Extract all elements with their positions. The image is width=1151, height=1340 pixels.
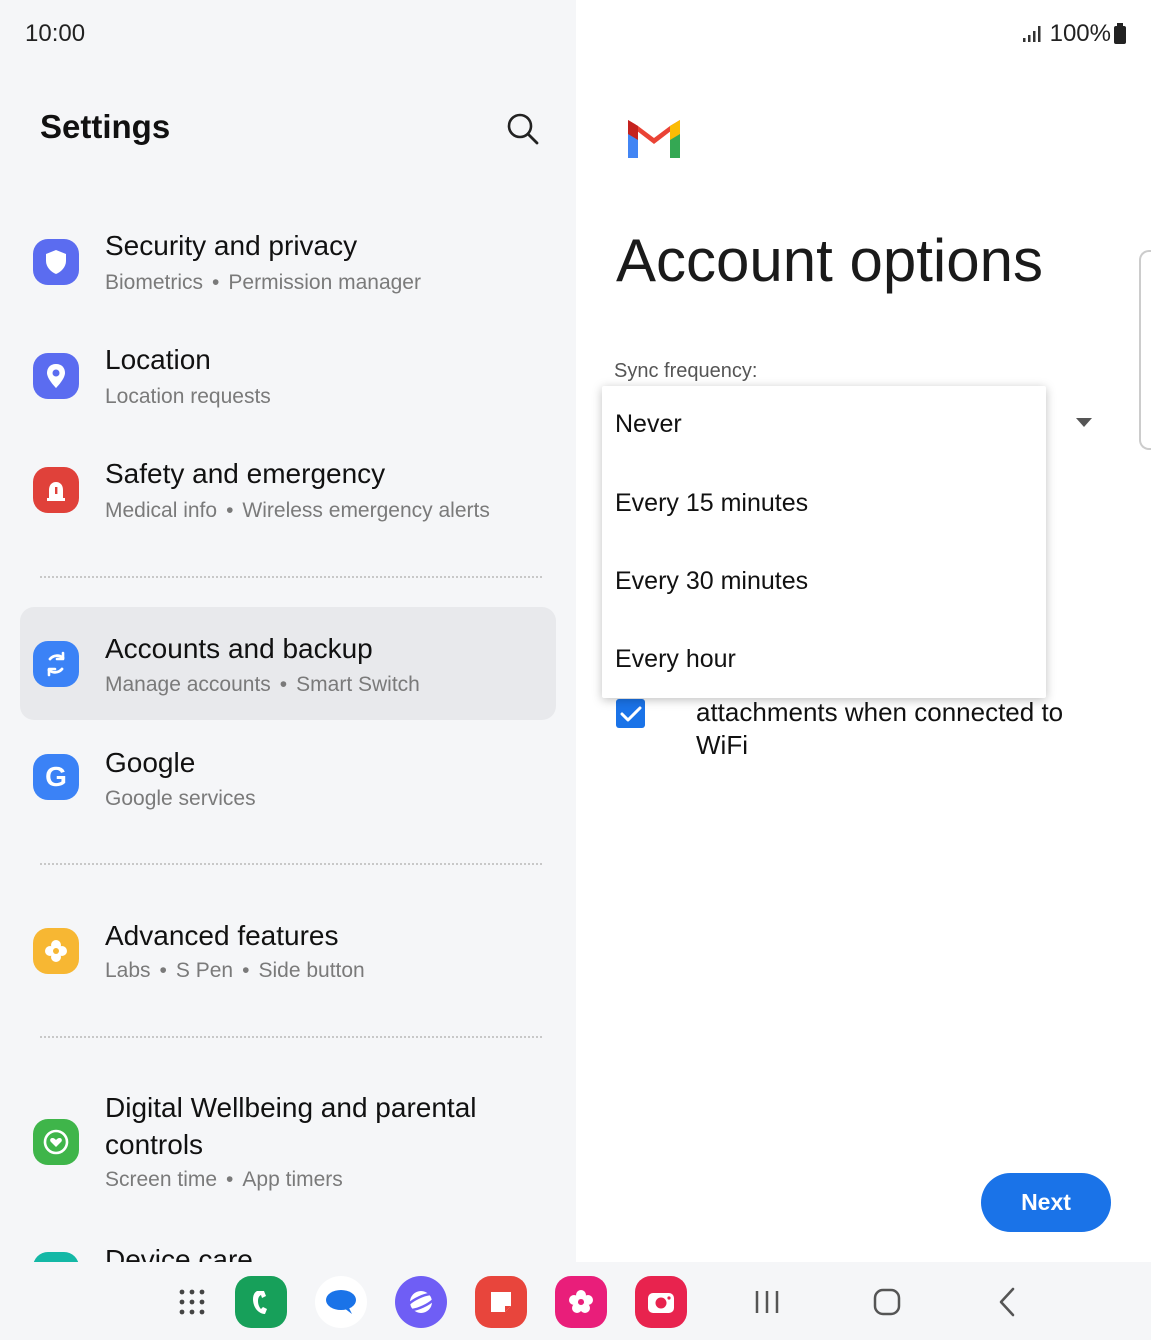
phone-app-icon[interactable]: [235, 1276, 287, 1328]
apps-grid-icon: [179, 1289, 205, 1315]
settings-item-device-care[interactable]: Device care: [20, 1228, 556, 1262]
item-title: Safety and emergency: [105, 458, 386, 489]
search-button[interactable]: [504, 110, 542, 148]
item-title: Security and privacy: [105, 230, 358, 261]
next-button[interactable]: Next: [981, 1173, 1111, 1232]
item-title: Digital Wellbeing and parental: [105, 1092, 477, 1123]
item-subtitle: Manage accounts • Smart Switch: [105, 673, 420, 696]
search-icon: [507, 113, 539, 145]
item-subtitle: Biometrics • Permission manager: [105, 271, 421, 294]
sync-icon: [33, 641, 79, 687]
status-time: 10:00: [25, 20, 86, 47]
item-title: Google: [105, 747, 196, 778]
notes-app-icon[interactable]: [475, 1276, 527, 1328]
item-subtitle: Screen time • App timers: [105, 1168, 343, 1191]
page-title: Account options: [616, 227, 1043, 294]
settings-item-google[interactable]: G Google Google services: [20, 735, 556, 825]
back-icon: [999, 1287, 1015, 1317]
home-button[interactable]: [865, 1282, 909, 1322]
settings-item-safety[interactable]: Safety and emergency Medical info • Wirele…: [20, 448, 556, 538]
checkbox-label: attachments when connected to WiFi: [696, 697, 1064, 760]
page-title: Settings: [40, 108, 171, 145]
messages-app-icon[interactable]: [315, 1276, 367, 1328]
divider: [40, 576, 542, 578]
sync-frequency-label: Sync frequency:: [614, 360, 758, 382]
signal-icon: [1022, 26, 1041, 42]
item-title: Advanced features: [105, 920, 339, 951]
location-pin-icon: [33, 353, 79, 399]
side-panel-handle[interactable]: [1139, 250, 1151, 450]
internet-browser-icon[interactable]: [395, 1276, 447, 1328]
sync-option-30-minutes[interactable]: Every 30 minutes: [615, 567, 808, 596]
settings-item-security[interactable]: Security and privacy Biometrics • Permissi…: [20, 220, 556, 310]
camera-app-icon[interactable]: [635, 1276, 687, 1328]
shield-icon: [33, 239, 79, 285]
siren-icon: [33, 467, 79, 513]
home-icon: [873, 1288, 901, 1316]
sync-option-15-minutes[interactable]: Every 15 minutes: [615, 489, 808, 518]
app-drawer-button[interactable]: [170, 1282, 214, 1322]
settings-item-location[interactable]: Location Location requests: [20, 334, 556, 424]
item-subtitle: Google services: [105, 787, 256, 810]
item-subtitle: Location requests: [105, 385, 271, 408]
status-indicators: 100%: [1022, 20, 1127, 48]
sync-option-never[interactable]: Never: [615, 410, 682, 439]
item-subtitle: Medical info • Wireless emergency alerts: [105, 499, 490, 522]
gmail-logo: [626, 118, 682, 167]
settings-item-advanced[interactable]: Advanced features Labs • S Pen • Side button: [20, 908, 556, 998]
recents-button[interactable]: [745, 1282, 789, 1322]
settings-item-accounts[interactable]: Accounts and backup Manage accounts • Smar…: [20, 607, 556, 720]
gallery-app-icon[interactable]: [555, 1276, 607, 1328]
sync-frequency-dropdown-menu: Never Every 15 minutes Every 30 minutes …: [602, 386, 1046, 698]
settings-item-wellbeing[interactable]: Digital Wellbeing and parental controls …: [20, 1082, 556, 1202]
item-title: Device care: [105, 1244, 253, 1262]
taskbar: [0, 1262, 1151, 1340]
download-attachments-checkbox[interactable]: [616, 699, 645, 728]
settings-pane: 10:00 Settings Security and privacy Biom…: [0, 0, 576, 1262]
item-title: Location: [105, 344, 211, 375]
sync-option-hour[interactable]: Every hour: [615, 645, 736, 674]
gear-flower-icon: [33, 928, 79, 974]
back-button[interactable]: [985, 1282, 1029, 1322]
item-title: Accounts and backup: [105, 633, 373, 664]
battery-icon: [1114, 23, 1126, 44]
chevron-down-icon[interactable]: [1076, 418, 1092, 427]
recents-icon: [755, 1291, 779, 1313]
item-subtitle: Labs • S Pen • Side button: [105, 959, 365, 982]
battery-level: 100%: [1049, 20, 1111, 47]
google-g-icon: G: [33, 754, 79, 800]
wellbeing-heart-icon: [33, 1119, 79, 1165]
divider: [40, 863, 542, 865]
device-care-icon: [33, 1252, 79, 1262]
divider: [40, 1036, 542, 1038]
item-title-cont: controls: [105, 1129, 204, 1160]
checkmark-icon: [620, 706, 641, 721]
